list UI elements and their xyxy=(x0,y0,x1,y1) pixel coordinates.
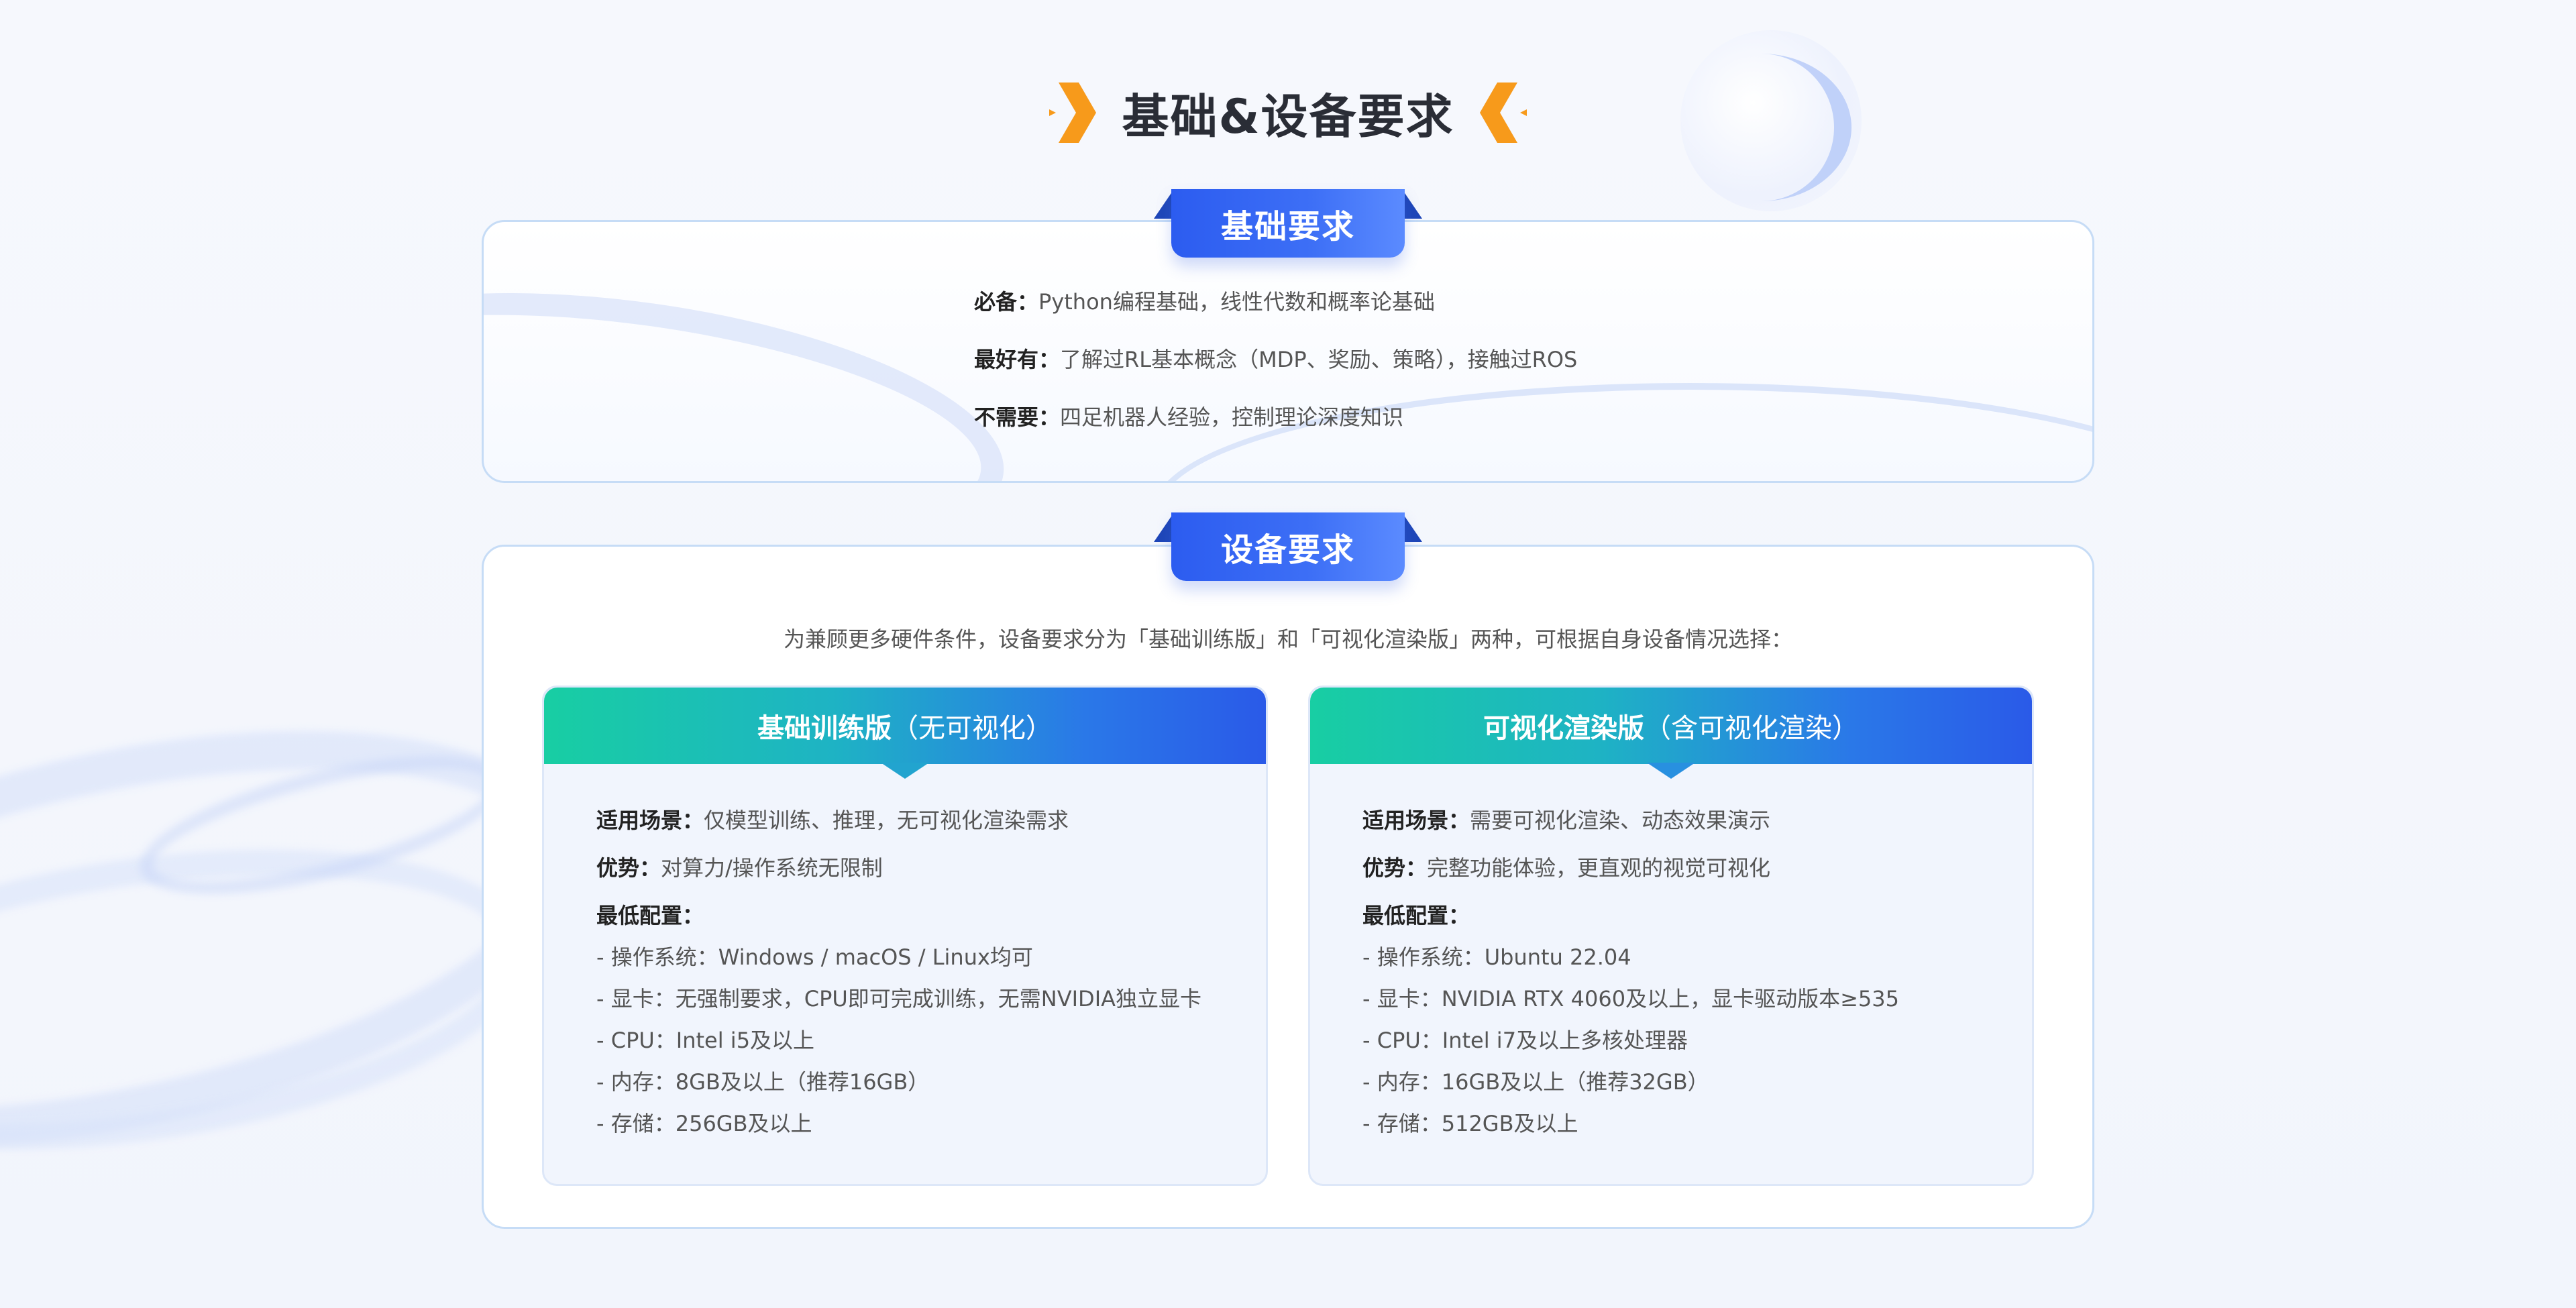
advantage-line: 优势：对算力/操作系统无限制 xyxy=(596,855,883,881)
requirement-line-not-needed: 不需要： 四足机器人经验，控制理论深度知识 xyxy=(974,404,1404,430)
version-note: （无可视化） xyxy=(892,713,1053,744)
equipment-intro: 为兼顾更多硬件条件，设备要求分为「基础训练版」和「可视化渲染版」两种，可根据自身… xyxy=(783,626,1792,652)
chevron-right-icon xyxy=(1049,83,1097,143)
equipment-requirements-tab: 设备要求 xyxy=(1154,512,1422,588)
config-item: - CPU：Intel i7及以上多核处理器 xyxy=(1362,1028,1688,1053)
chevron-left-icon xyxy=(1479,83,1527,143)
version-name: 基础训练版 xyxy=(757,713,892,744)
config-item: - 存储：512GB及以上 xyxy=(1362,1111,1578,1136)
config-item: - 操作系统：Ubuntu 22.04 xyxy=(1362,944,1631,970)
basic-requirements-tab: 基础要求 xyxy=(1154,189,1422,264)
requirement-line-preferred: 最好有： 了解过RL基本概念（MDP、奖励、策略），接触过ROS xyxy=(974,347,1578,372)
equipment-requirements-tab-label: 设备要求 xyxy=(1171,512,1405,581)
page-header: 基础&设备要求 xyxy=(0,78,2576,148)
version-panel-body: 适用场景：需要可视化渲染、动态效果演示 优势：完整功能体验，更直观的视觉可视化 … xyxy=(1362,806,1899,1150)
version-name: 可视化渲染版 xyxy=(1483,713,1644,744)
config-title: 最低配置： xyxy=(1362,903,1470,928)
version-panel-header: 基础训练版 （无可视化） xyxy=(544,688,1266,779)
requirement-line-required: 必备： Python编程基础，线性代数和概率论基础 xyxy=(974,289,1435,315)
config-item: - 显卡：无强制要求，CPU即可完成训练，无需NVIDIA独立显卡 xyxy=(596,986,1202,1012)
config-item: - 显卡：NVIDIA RTX 4060及以上，显卡驱动版本≥535 xyxy=(1362,986,1900,1012)
scenario-line: 适用场景：仅模型训练、推理，无可视化渲染需求 xyxy=(596,808,1069,833)
basic-requirements-list: 必备： Python编程基础，线性代数和概率论基础 最好有： 了解过RL基本概念… xyxy=(974,287,1577,460)
decorative-ring xyxy=(1670,54,1851,201)
page-title: 基础&设备要求 xyxy=(1122,89,1454,144)
version-note: （含可视化渲染） xyxy=(1644,713,1859,744)
scenario-line: 适用场景：需要可视化渲染、动态效果演示 xyxy=(1362,808,1771,833)
header-notch xyxy=(1647,763,1695,779)
page-root: 基础&设备要求 基础要求 必备： Python编程基础，线性代数和概率论基础 最… xyxy=(0,0,2576,1308)
config-item: - 操作系统：Windows / macOS / Linux均可 xyxy=(596,944,1033,970)
config-item: - 内存：8GB及以上（推荐16GB） xyxy=(596,1069,930,1095)
version-panel-body: 适用场景：仅模型训练、推理，无可视化渲染需求 优势：对算力/操作系统无限制 最低… xyxy=(596,806,1201,1150)
version-panel-visual-rendering: 可视化渲染版 （含可视化渲染） 适用场景：需要可视化渲染、动态效果演示 优势：完… xyxy=(1308,686,2034,1186)
config-title: 最低配置： xyxy=(596,903,704,928)
advantage-line: 优势：完整功能体验，更直观的视觉可视化 xyxy=(1362,855,1771,881)
version-panel-header: 可视化渲染版 （含可视化渲染） xyxy=(1310,688,2032,779)
header-notch xyxy=(881,763,929,779)
basic-requirements-tab-label: 基础要求 xyxy=(1171,189,1405,258)
config-item: - 存储：256GB及以上 xyxy=(596,1111,812,1136)
decorative-arc xyxy=(484,252,1020,481)
config-item: - 内存：16GB及以上（推荐32GB） xyxy=(1362,1069,1709,1095)
config-item: - CPU：Intel i5及以上 xyxy=(596,1028,815,1053)
version-panel-basic-training: 基础训练版 （无可视化） 适用场景：仅模型训练、推理，无可视化渲染需求 优势：对… xyxy=(542,686,1268,1186)
